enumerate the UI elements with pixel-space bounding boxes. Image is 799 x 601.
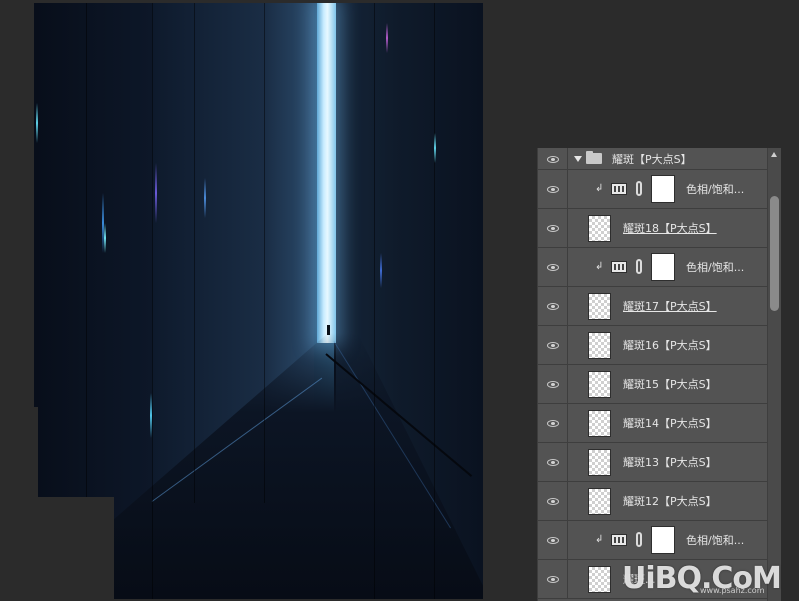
canvas-background-gap <box>34 407 38 601</box>
layer-thumbnail[interactable] <box>588 410 611 437</box>
layer-mask-thumbnail[interactable] <box>651 175 675 203</box>
canvas-background-gap <box>34 497 114 601</box>
tiny-figure <box>327 325 330 335</box>
clipping-arrow-icon: ↲ <box>595 534 604 545</box>
layer-mask-thumbnail[interactable] <box>651 526 675 554</box>
visibility-toggle[interactable] <box>538 287 568 325</box>
chain-link-icon[interactable] <box>636 181 642 196</box>
eye-icon <box>546 185 559 193</box>
layers-scrollbar[interactable] <box>767 148 781 601</box>
expand-triangle-icon[interactable] <box>574 156 582 162</box>
light-slit <box>317 3 336 343</box>
flare-glint <box>204 178 206 218</box>
eye-icon <box>546 380 559 388</box>
adjustment-layer-row[interactable]: ↲ 色相/饱和... <box>538 170 767 209</box>
visibility-toggle[interactable] <box>538 404 568 442</box>
visibility-toggle[interactable] <box>538 148 568 170</box>
flare-glint <box>150 393 152 438</box>
wall-seam <box>434 3 435 599</box>
adjustment-layer-icon[interactable] <box>611 534 627 546</box>
pixel-layer-row[interactable]: 耀斑15【P大点S】 <box>538 365 767 404</box>
layers-panel[interactable]: 耀斑【P大点S】 ↲ 色相/饱和... 耀斑18【P大点S】 ↲ 色相/饱和... 耀斑1… <box>537 148 781 601</box>
eye-icon <box>546 536 559 544</box>
layer-name: 色相/饱和... <box>686 261 745 274</box>
eye-icon <box>546 224 559 232</box>
scroll-up-arrow-icon[interactable] <box>771 152 777 157</box>
adjustment-layer-row[interactable]: ↲ 色相/饱和... <box>538 521 767 560</box>
layer-name: 耀斑15【P大点S】 <box>623 378 717 391</box>
pixel-layer-row[interactable]: 耀斑12【P大点S】 <box>538 482 767 521</box>
pixel-layer-row[interactable]: 耀斑14【P大点S】 <box>538 404 767 443</box>
visibility-toggle[interactable] <box>538 560 568 598</box>
layer-thumbnail[interactable] <box>588 488 611 515</box>
eye-icon <box>546 497 559 505</box>
visibility-toggle[interactable] <box>538 365 568 403</box>
folder-icon <box>586 151 602 164</box>
layer-thumbnail[interactable] <box>588 332 611 359</box>
layer-name: 耀斑18【P大点S】 <box>623 222 717 235</box>
layer-name: 色相/饱和... <box>686 534 745 547</box>
chain-link-icon[interactable] <box>636 259 642 274</box>
flare-glint <box>380 253 382 288</box>
layer-thumbnail[interactable] <box>588 215 611 242</box>
layer-name: 色相/饱和... <box>686 183 745 196</box>
layer-thumbnail[interactable] <box>588 449 611 476</box>
eye-icon <box>546 302 559 310</box>
clipping-arrow-icon: ↲ <box>595 183 604 194</box>
wall-seam <box>264 3 265 503</box>
layer-name: 耀斑14【P大点S】 <box>623 417 717 430</box>
eye-icon <box>546 419 559 427</box>
wall-seam <box>194 3 195 503</box>
flare-glint <box>104 223 106 253</box>
layer-thumbnail[interactable] <box>588 566 611 593</box>
flare-glint <box>434 133 436 163</box>
adjustment-layer-icon[interactable] <box>611 261 627 273</box>
pixel-layer-row[interactable]: 耀斑18【P大点S】 <box>538 209 767 248</box>
visibility-toggle[interactable] <box>538 248 568 286</box>
visibility-toggle[interactable] <box>538 326 568 364</box>
wall-seam <box>374 3 375 599</box>
adjustment-layer-row[interactable]: ↲ 色相/饱和... <box>538 248 767 287</box>
group-name: 耀斑【P大点S】 <box>612 152 692 166</box>
eye-icon <box>546 155 559 163</box>
visibility-toggle[interactable] <box>538 521 568 559</box>
flare-glint <box>386 23 388 53</box>
eye-icon <box>546 575 559 583</box>
pixel-layer-row[interactable]: 耀斑13【P大点S】 <box>538 443 767 482</box>
layer-name: 耀斑13【P大点S】 <box>623 456 717 469</box>
flare-glint <box>155 163 157 223</box>
eye-icon <box>546 458 559 466</box>
visibility-toggle[interactable] <box>538 443 568 481</box>
wall-seam <box>152 3 153 599</box>
layer-thumbnail[interactable] <box>588 371 611 398</box>
layer-group-row[interactable]: 耀斑【P大点S】 <box>538 148 767 170</box>
eye-icon <box>546 263 559 271</box>
flare-glint <box>36 103 38 143</box>
layer-name: 耀斑16【P大点S】 <box>623 339 717 352</box>
chain-link-icon[interactable] <box>636 532 642 547</box>
layer-thumbnail[interactable] <box>588 293 611 320</box>
layer-mask-thumbnail[interactable] <box>651 253 675 281</box>
watermark-url: www.psahz.com <box>700 586 765 595</box>
visibility-toggle[interactable] <box>538 209 568 247</box>
visibility-toggle[interactable] <box>538 170 568 208</box>
layer-name: 耀斑12【P大点S】 <box>623 495 717 508</box>
eye-icon <box>546 341 559 349</box>
clipping-arrow-icon: ↲ <box>595 261 604 272</box>
pixel-layer-row[interactable]: 耀斑17【P大点S】 <box>538 287 767 326</box>
pixel-layer-row[interactable]: 耀斑16【P大点S】 <box>538 326 767 365</box>
visibility-toggle[interactable] <box>538 482 568 520</box>
scroll-thumb[interactable] <box>770 196 779 311</box>
adjustment-layer-icon[interactable] <box>611 183 627 195</box>
layer-name: 耀斑17【P大点S】 <box>623 300 717 313</box>
